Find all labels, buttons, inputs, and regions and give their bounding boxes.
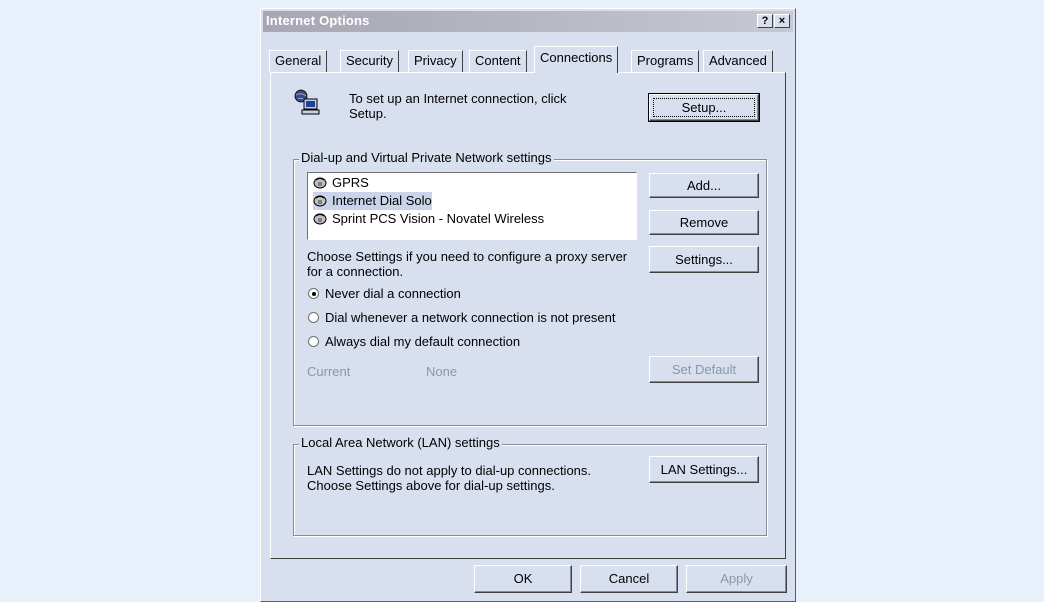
tab-connections[interactable]: Connections bbox=[534, 46, 619, 73]
radio-dial-whenever[interactable]: Dial whenever a network connection is no… bbox=[308, 309, 616, 327]
ok-button[interactable]: OK bbox=[474, 565, 572, 593]
lan-settings-button[interactable]: LAN Settings... bbox=[649, 456, 759, 483]
lan-legend: Local Area Network (LAN) settings bbox=[299, 435, 502, 450]
radio-label: Always dial my default connection bbox=[325, 334, 521, 349]
setup-text: To set up an Internet connection, click … bbox=[349, 91, 567, 121]
radio-indicator bbox=[308, 336, 319, 347]
list-item-selected[interactable]: Internet Dial Solo bbox=[313, 192, 432, 210]
list-item[interactable]: Sprint PCS Vision - Novatel Wireless bbox=[313, 210, 544, 228]
connections-list[interactable]: GPRS Internet Dial Solo Sprint PCS Visio… bbox=[307, 172, 637, 240]
dialup-legend: Dial-up and Virtual Private Network sett… bbox=[299, 150, 554, 165]
close-button[interactable]: × bbox=[774, 14, 790, 28]
add-button[interactable]: Add... bbox=[649, 173, 759, 198]
connection-name: Internet Dial Solo bbox=[332, 193, 432, 208]
lan-text: LAN Settings do not apply to dial-up con… bbox=[307, 463, 592, 493]
help-button[interactable]: ? bbox=[757, 14, 773, 28]
tab-content[interactable]: Content bbox=[469, 50, 527, 72]
focus-rect bbox=[653, 98, 755, 117]
globe-computer-icon bbox=[294, 89, 320, 115]
setup-button[interactable]: Setup... bbox=[648, 93, 760, 122]
connections-panel: To set up an Internet connection, click … bbox=[270, 72, 786, 559]
proxy-settings-text: Choose Settings if you need to configure… bbox=[307, 249, 628, 279]
radio-label: Dial whenever a network connection is no… bbox=[325, 310, 616, 325]
remove-button[interactable]: Remove bbox=[649, 210, 759, 235]
apply-button[interactable]: Apply bbox=[686, 565, 787, 593]
radio-never-dial[interactable]: Never dial a connection bbox=[308, 285, 461, 303]
tab-security[interactable]: Security bbox=[340, 50, 399, 72]
tab-general[interactable]: General bbox=[269, 50, 328, 72]
settings-button[interactable]: Settings... bbox=[649, 246, 759, 273]
radio-always-dial[interactable]: Always dial my default connection bbox=[308, 333, 520, 351]
phone-modem-icon bbox=[313, 194, 328, 207]
list-item[interactable]: GPRS bbox=[313, 174, 369, 192]
cancel-button[interactable]: Cancel bbox=[580, 565, 678, 593]
radio-indicator bbox=[308, 288, 319, 299]
title-bar[interactable]: Internet Options ? × bbox=[263, 11, 793, 32]
current-label: Current bbox=[307, 364, 351, 379]
set-default-button[interactable]: Set Default bbox=[649, 356, 759, 383]
radio-label: Never dial a connection bbox=[325, 286, 461, 301]
connection-name: Sprint PCS Vision - Novatel Wireless bbox=[332, 211, 545, 226]
tab-advanced[interactable]: Advanced bbox=[703, 50, 773, 72]
window-title: Internet Options bbox=[266, 13, 370, 28]
phone-modem-icon bbox=[313, 176, 328, 189]
connection-name: GPRS bbox=[332, 175, 369, 190]
radio-indicator bbox=[308, 312, 319, 323]
internet-options-dialog: Internet Options ? × General Security Pr… bbox=[260, 8, 796, 602]
current-value: None bbox=[426, 364, 458, 379]
tab-programs[interactable]: Programs bbox=[631, 50, 700, 72]
phone-modem-icon bbox=[313, 212, 328, 225]
tab-privacy[interactable]: Privacy bbox=[408, 50, 463, 72]
